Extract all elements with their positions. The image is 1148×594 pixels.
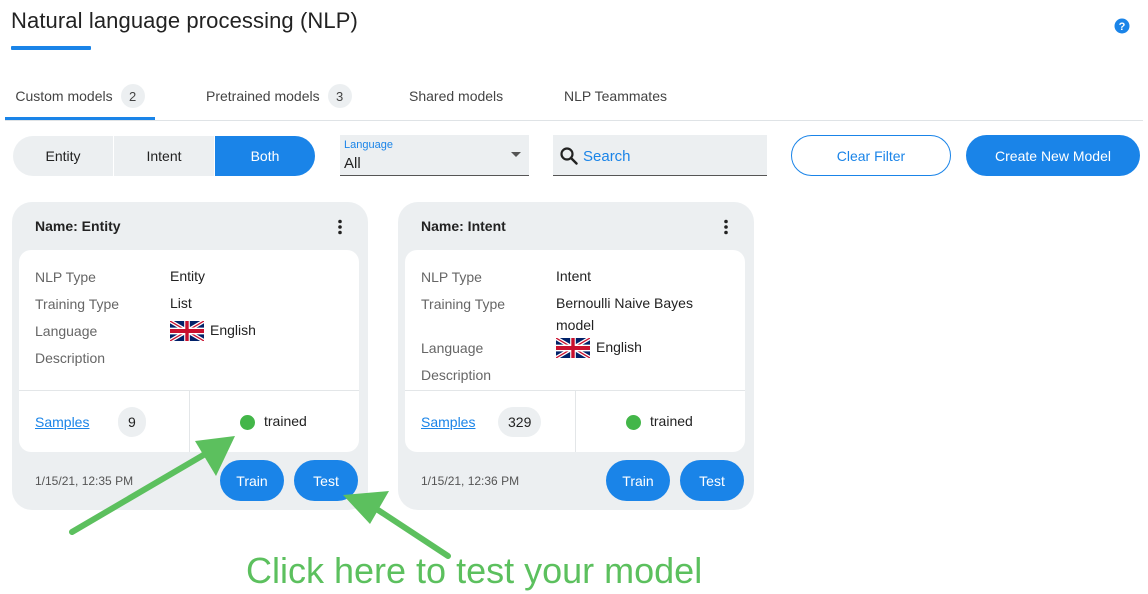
- annotation-text: Click here to test your model: [246, 550, 703, 591]
- arrow-to-status: [69, 436, 235, 535]
- arrow-to-test-button: [343, 491, 451, 559]
- annotation-arrows: [69, 436, 451, 559]
